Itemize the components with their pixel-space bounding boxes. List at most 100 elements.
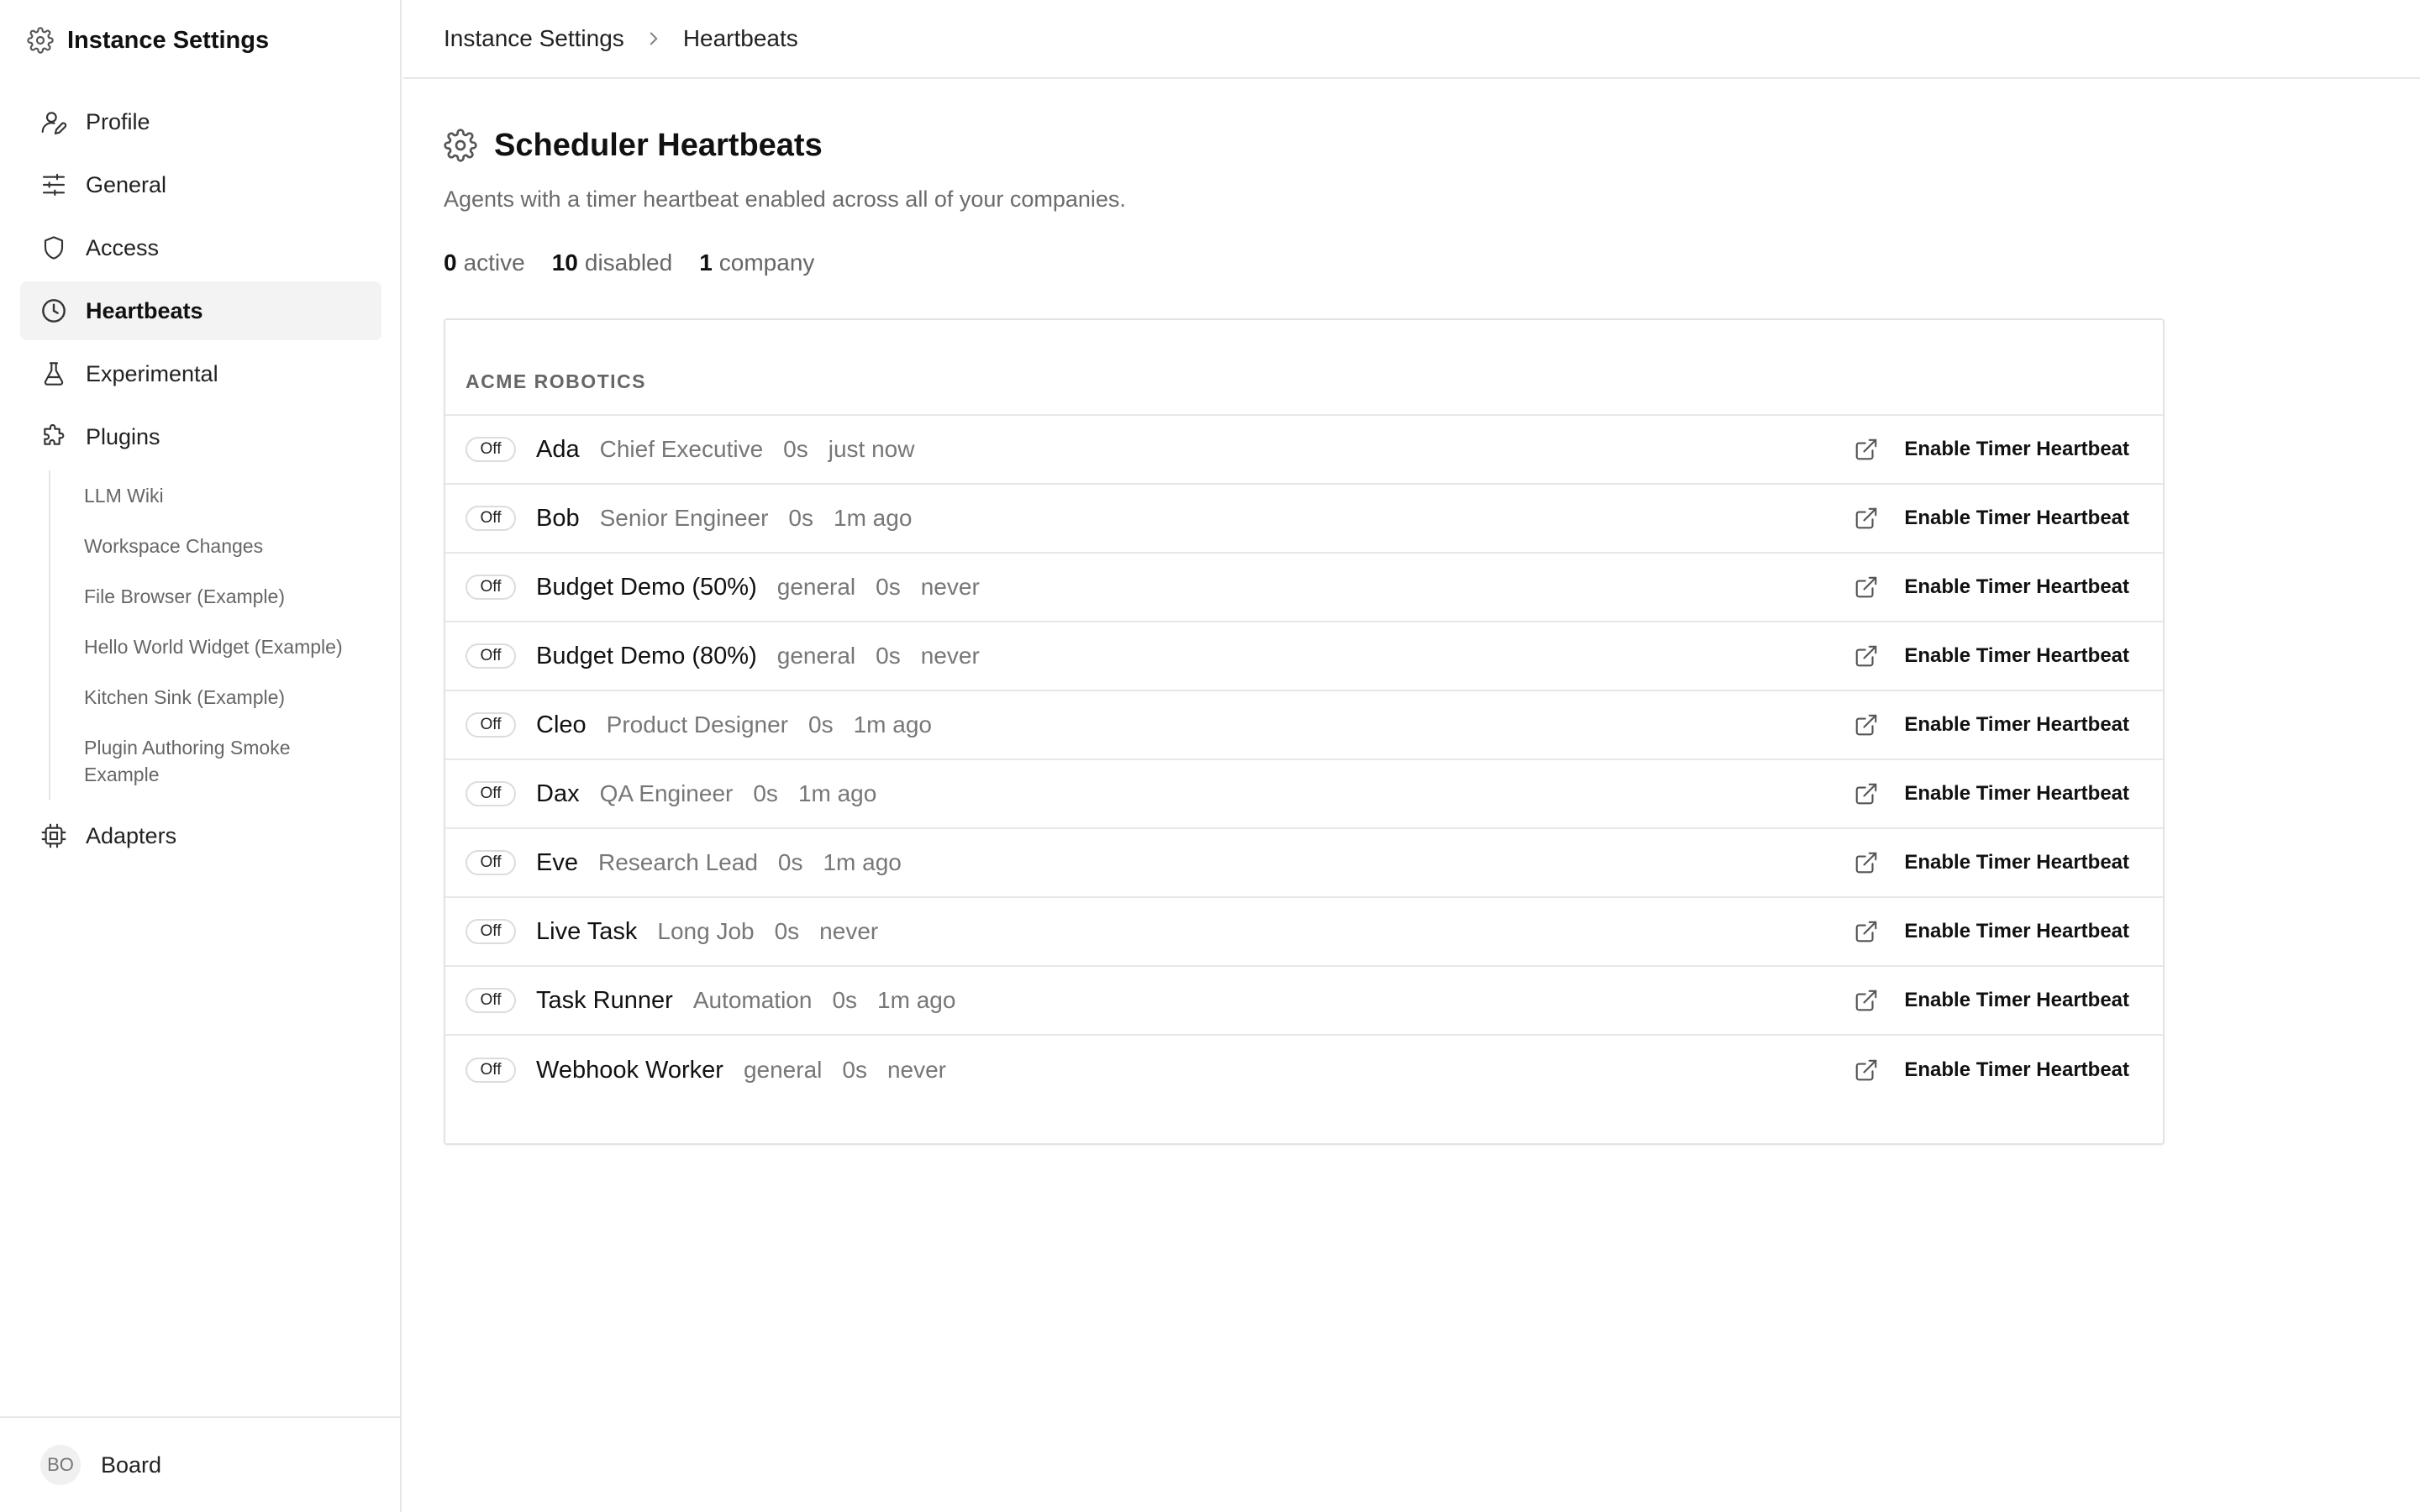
sidebar: Instance Settings Profile General Access… [0,0,402,1512]
sidebar-item-profile[interactable]: Profile [20,92,381,151]
gear-icon [27,27,54,54]
stat-company-count: 1 [699,249,713,276]
enable-timer-heartbeat-button[interactable]: Enable Timer Heartbeat [1904,575,2129,599]
plugin-item-workspace-changes[interactable]: Workspace Changes [84,521,381,571]
agent-role: QA Engineer [599,780,734,806]
status-badge: Off [466,781,516,806]
external-link-icon[interactable] [1854,575,1879,600]
sidebar-item-access[interactable]: Access [20,218,381,277]
table-row: Off Budget Demo (50%) general 0s never E… [445,554,2163,622]
table-row: Off Ada Chief Executive 0s just now Enab… [445,416,2163,485]
status-badge: Off [466,575,516,600]
agent-last-run: 1m ago [834,505,913,531]
enable-timer-heartbeat-button[interactable]: Enable Timer Heartbeat [1904,782,2129,806]
agent-role: general [776,643,856,669]
external-link-icon[interactable] [1854,850,1879,875]
table-row: Off Task Runner Automation 0s 1m ago Ena… [445,967,2163,1036]
external-link-icon[interactable] [1854,506,1879,531]
external-link-icon[interactable] [1854,712,1879,738]
agent-interval: 0s [783,436,808,462]
sidebar-item-label: Profile [86,108,150,134]
company-name: ACME ROBOTICS [445,320,2163,416]
stat-disabled: 10 disabled [552,249,672,276]
sidebar-nav: Profile General Access Heartbeats Experi… [20,92,381,869]
enable-timer-heartbeat-button[interactable]: Enable Timer Heartbeat [1904,713,2129,737]
agent-role: Long Job [657,918,755,944]
agent-last-run: never [819,918,879,944]
agent-interval: 0s [876,574,901,600]
table-row: Off Webhook Worker general 0s never Enab… [445,1036,2163,1105]
plugin-item-llm-wiki[interactable]: LLM Wiki [84,470,381,521]
stat-company-label: company [718,249,815,276]
page-heading: Scheduler Heartbeats [444,124,2166,166]
external-link-icon[interactable] [1854,781,1879,806]
sidebar-item-label: Heartbeats [86,297,203,323]
enable-timer-heartbeat-button[interactable]: Enable Timer Heartbeat [1904,644,2129,668]
stat-company: 1 company [699,249,814,276]
sidebar-item-label: Plugins [86,423,160,449]
plugin-item-file-browser[interactable]: File Browser (Example) [84,571,381,622]
page-description: Agents with a timer heartbeat enabled ac… [444,186,1126,212]
external-link-icon[interactable] [1854,988,1879,1013]
stat-active-label: active [463,249,525,276]
agent-interval: 0s [842,1057,867,1083]
external-link-icon[interactable] [1854,1058,1879,1083]
page-title: Scheduler Heartbeats [494,127,823,163]
shield-icon [44,236,64,260]
status-badge: Off [466,850,516,875]
sidebar-item-plugins[interactable]: Plugins [20,407,381,466]
external-link-icon[interactable] [1854,919,1879,944]
sidebar-item-label: General [86,171,167,197]
agent-interval: 0s [876,643,901,669]
footer-user-name: Board [101,1452,162,1478]
status-badge: Off [466,506,516,531]
status-badge: Off [466,1058,516,1083]
status-badge: Off [466,919,516,944]
breadcrumb-parent[interactable]: Instance Settings [444,25,624,52]
app-window: Instance Settings Profile General Access… [0,0,2420,1512]
stat-active-count: 0 [444,249,457,276]
table-row: Off Budget Demo (80%) general 0s never E… [445,622,2163,691]
chevron-right-icon [650,32,658,45]
main-content: Scheduler Heartbeats Agents with a timer… [444,79,2166,1145]
sidebar-footer[interactable]: BO Board [0,1416,400,1512]
external-link-icon[interactable] [1854,643,1879,669]
clock-icon [42,299,66,323]
agent-list: Off Ada Chief Executive 0s just now Enab… [445,416,2163,1105]
sidebar-item-adapters[interactable]: Adapters [20,806,381,865]
agent-last-run: never [886,1057,946,1083]
stat-disabled-label: disabled [584,249,673,276]
plugin-item-hello-world-widget[interactable]: Hello World Widget (Example) [84,622,381,672]
plugin-item-kitchen-sink[interactable]: Kitchen Sink (Example) [84,672,381,722]
chip-icon [41,823,66,848]
sidebar-title: Instance Settings [67,26,270,54]
table-row: Off Dax QA Engineer 0s 1m ago Enable Tim… [445,760,2163,829]
agent-interval: 0s [777,849,803,875]
sidebar-item-heartbeats[interactable]: Heartbeats [20,281,381,340]
enable-timer-heartbeat-button[interactable]: Enable Timer Heartbeat [1904,989,2129,1012]
agent-interval: 0s [774,918,800,944]
enable-timer-heartbeat-button[interactable]: Enable Timer Heartbeat [1904,1058,2129,1082]
enable-timer-heartbeat-button[interactable]: Enable Timer Heartbeat [1904,920,2129,943]
agent-name: Budget Demo (80%) [536,642,757,669]
agent-name: Task Runner [536,986,673,1014]
agent-name: Budget Demo (50%) [536,573,757,601]
status-badge: Off [466,988,516,1013]
enable-timer-heartbeat-button[interactable]: Enable Timer Heartbeat [1904,438,2129,461]
external-link-icon[interactable] [1854,437,1879,462]
agent-role: Product Designer [606,711,788,738]
user-edit-icon [41,112,67,135]
enable-timer-heartbeat-button[interactable]: Enable Timer Heartbeat [1904,851,2129,874]
plugin-item-authoring-smoke[interactable]: Plugin Authoring Smoke Example [84,722,361,800]
status-badge: Off [466,643,516,669]
sliders-icon [42,173,66,197]
sidebar-item-general[interactable]: General [20,155,381,214]
heartbeat-stats: 0 active 10 disabled 1 company [444,249,2166,276]
agent-name: Cleo [536,711,587,738]
table-row: Off Eve Research Lead 0s 1m ago Enable T… [445,829,2163,898]
agent-interval: 0s [788,505,813,531]
sidebar-item-experimental[interactable]: Experimental [20,344,381,403]
agent-last-run: 1m ago [797,780,877,806]
enable-timer-heartbeat-button[interactable]: Enable Timer Heartbeat [1904,507,2129,530]
agent-role: Chief Executive [599,436,764,462]
